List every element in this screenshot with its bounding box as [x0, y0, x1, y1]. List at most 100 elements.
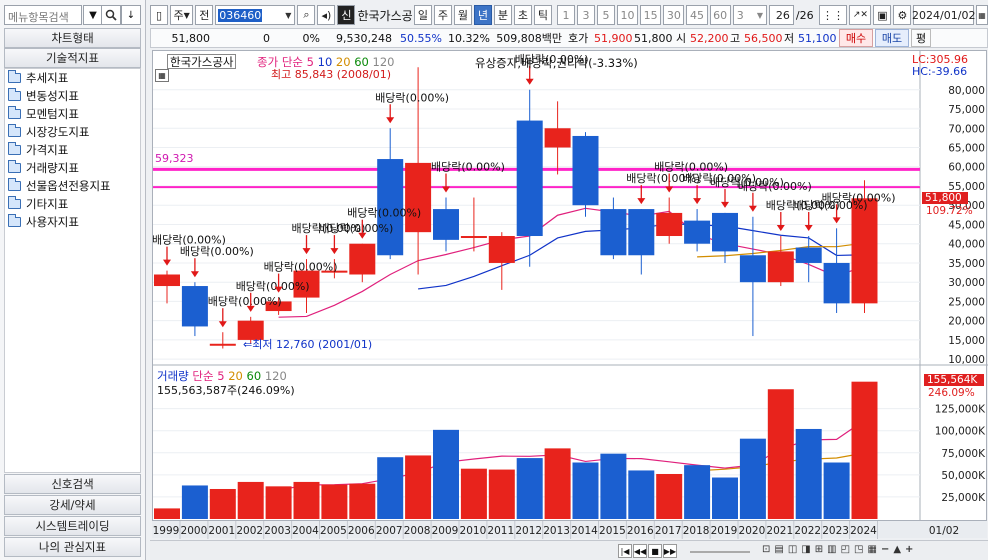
folder-icon [8, 178, 21, 191]
first-button[interactable]: |◀ [618, 544, 632, 558]
next-page-button[interactable]: ▶▶ [663, 544, 677, 558]
prev-page-button[interactable]: ◀◀ [633, 544, 647, 558]
volume-current-pct: 246.09% [928, 387, 975, 399]
folder-volatility[interactable]: 변동성지표 [5, 87, 140, 105]
price-tick-label: 60,000 [948, 162, 985, 174]
x-tick-label: 1999 [153, 525, 180, 537]
x-tick-label: 2008 [404, 525, 431, 537]
volume-tick-label: 100,000K [935, 426, 986, 438]
candle-body [739, 255, 766, 283]
auto-scale-button[interactable]: ↗✕ [849, 5, 872, 25]
interval-60[interactable]: 60 [709, 5, 731, 25]
fit-icon[interactable]: ⊞ [815, 544, 823, 555]
candle-body [349, 243, 376, 275]
volume-ma-label: 단순 [192, 369, 214, 383]
chart-area[interactable]: 배당락(0.00%) 배당락(0.00%) 배당락(0.00%) 배당락(0.00%)… [152, 50, 988, 538]
period-select[interactable]: 주 ▼ [170, 5, 194, 25]
volume-tick-label: 75,000K [941, 448, 986, 460]
period-tab-second[interactable]: 초 [513, 5, 532, 25]
x-tick-label: 2010 [460, 525, 487, 537]
period-tab-day[interactable]: 일 [413, 5, 432, 25]
scale-icon[interactable]: ▦ [868, 544, 877, 555]
folder-user[interactable]: 사용자지표 [5, 213, 140, 231]
save-button[interactable]: ▣ [873, 5, 892, 25]
dropdown-button[interactable]: ▼ [83, 5, 103, 25]
prev-button[interactable]: 전 [195, 5, 214, 25]
move-down-button[interactable]: ↓ [121, 5, 141, 25]
interval-30[interactable]: 30 [663, 5, 685, 25]
technical-indicator-header[interactable]: 기술적지표 [4, 48, 141, 68]
page-count-input[interactable]: 26 [769, 5, 794, 25]
volume-tick-label: 50,000K [941, 470, 986, 482]
folder-futures-options[interactable]: 선물옵션전용지표 [5, 177, 140, 195]
layout-button[interactable]: ▯ [150, 5, 168, 25]
lc-hc-label: LC:305.96 HC:-39.66 [911, 53, 968, 78]
stock-legend[interactable]: 한국가스공사 [167, 54, 237, 69]
period-tab-week[interactable]: 주 [433, 5, 452, 25]
compare-icon[interactable]: ▥ [827, 544, 836, 555]
date-input[interactable]: 2024/01/02 [912, 5, 975, 25]
folder-etc[interactable]: 기타지표 [5, 195, 140, 213]
system-trading-button[interactable]: 시스템트레이딩 [4, 516, 141, 536]
high-label: 고 [730, 32, 741, 45]
interval-45[interactable]: 45 [686, 5, 708, 25]
volume-bar [349, 483, 376, 519]
zoom-reset-icon[interactable]: ⊡ [762, 544, 770, 555]
interval-5[interactable]: 5 [596, 5, 615, 25]
chart-svg[interactable]: 배당락(0.00%) 배당락(0.00%) 배당락(0.00%) 배당락(0.00%)… [152, 51, 988, 521]
indicator-tree: 추세지표 변동성지표 모멘텀지표 시장강도지표 가격지표 거래량지표 선물옵션전… [4, 68, 141, 473]
speaker-button[interactable]: ◂) [317, 5, 336, 25]
period-tab-year[interactable]: 년 [473, 5, 492, 25]
volume-bar [405, 455, 432, 519]
candle-body [656, 212, 683, 237]
my-favorite-indicator-button[interactable]: 나의 관심지표 [4, 537, 141, 557]
chart-icon[interactable]: ▤ [774, 544, 783, 555]
volume-bar [516, 458, 543, 519]
folder-volume[interactable]: 거래량지표 [5, 159, 140, 177]
x-tick-label: 2007 [376, 525, 403, 537]
volume-bar [851, 381, 878, 519]
folder-price[interactable]: 가격지표 [5, 141, 140, 159]
interval-1[interactable]: 1 [556, 5, 575, 25]
zoom-in-icon[interactable]: + [905, 544, 913, 555]
prev-icon: ◀◀ [633, 546, 647, 556]
scroll-track[interactable] [690, 551, 750, 553]
interval-3[interactable]: 3 [576, 5, 595, 25]
signal-search-button[interactable]: 신호검색 [4, 474, 141, 494]
candle-body [544, 128, 571, 148]
zoom-out-icon[interactable]: − [881, 544, 889, 555]
search-button[interactable]: ⌕ [297, 5, 316, 25]
settings-button[interactable]: ⚙ [893, 5, 912, 25]
interval-10[interactable]: 10 [616, 5, 639, 25]
volume-bar [656, 473, 683, 519]
x-axis: 1999 2000 2001 2002 2003 2004 2005 2006 2007 2008… [152, 520, 987, 539]
strength-weakness-button[interactable]: 강세/약세 [4, 495, 141, 515]
sell-button[interactable]: 매도 [875, 29, 909, 47]
options-button[interactable]: ⋮⋮ [818, 5, 848, 25]
period-tab-tick[interactable]: 틱 [533, 5, 552, 25]
interval-15[interactable]: 15 [640, 5, 662, 25]
overlay-icon[interactable]: ◰ [841, 544, 850, 555]
chart-type-header[interactable]: 차트형태 [4, 28, 141, 48]
expand-icon[interactable]: ◨ [801, 544, 810, 555]
stop-button[interactable]: ■ [648, 544, 662, 558]
x-tick-label: 2021 [766, 525, 793, 537]
split-icon[interactable]: ◳ [854, 544, 863, 555]
x-tick-label: 2003 [264, 525, 291, 537]
menu-search-input[interactable]: 메뉴항목검색 [4, 5, 82, 25]
buy-button[interactable]: 매수 [839, 29, 873, 47]
table-icon[interactable]: ▦ [155, 69, 169, 82]
period-tab-minute[interactable]: 분 [493, 5, 512, 25]
stock-code-input[interactable]: 036460 ▼ [215, 5, 296, 25]
shrink-icon[interactable]: ◫ [788, 544, 797, 555]
folder-trend[interactable]: 추세지표 [5, 69, 140, 87]
eval-button[interactable]: 평 [911, 29, 931, 47]
period-tab-month[interactable]: 월 [453, 5, 472, 25]
folder-momentum[interactable]: 모멘텀지표 [5, 105, 140, 123]
credit-badge: 신 [337, 5, 356, 25]
search-button[interactable] [101, 5, 121, 25]
zoom-icon[interactable]: ▲ [893, 544, 901, 555]
calendar-button[interactable]: ▦ [976, 5, 988, 25]
interval-select[interactable]: 3 ▼ [732, 5, 768, 25]
folder-market-strength[interactable]: 시장강도지표 [5, 123, 140, 141]
